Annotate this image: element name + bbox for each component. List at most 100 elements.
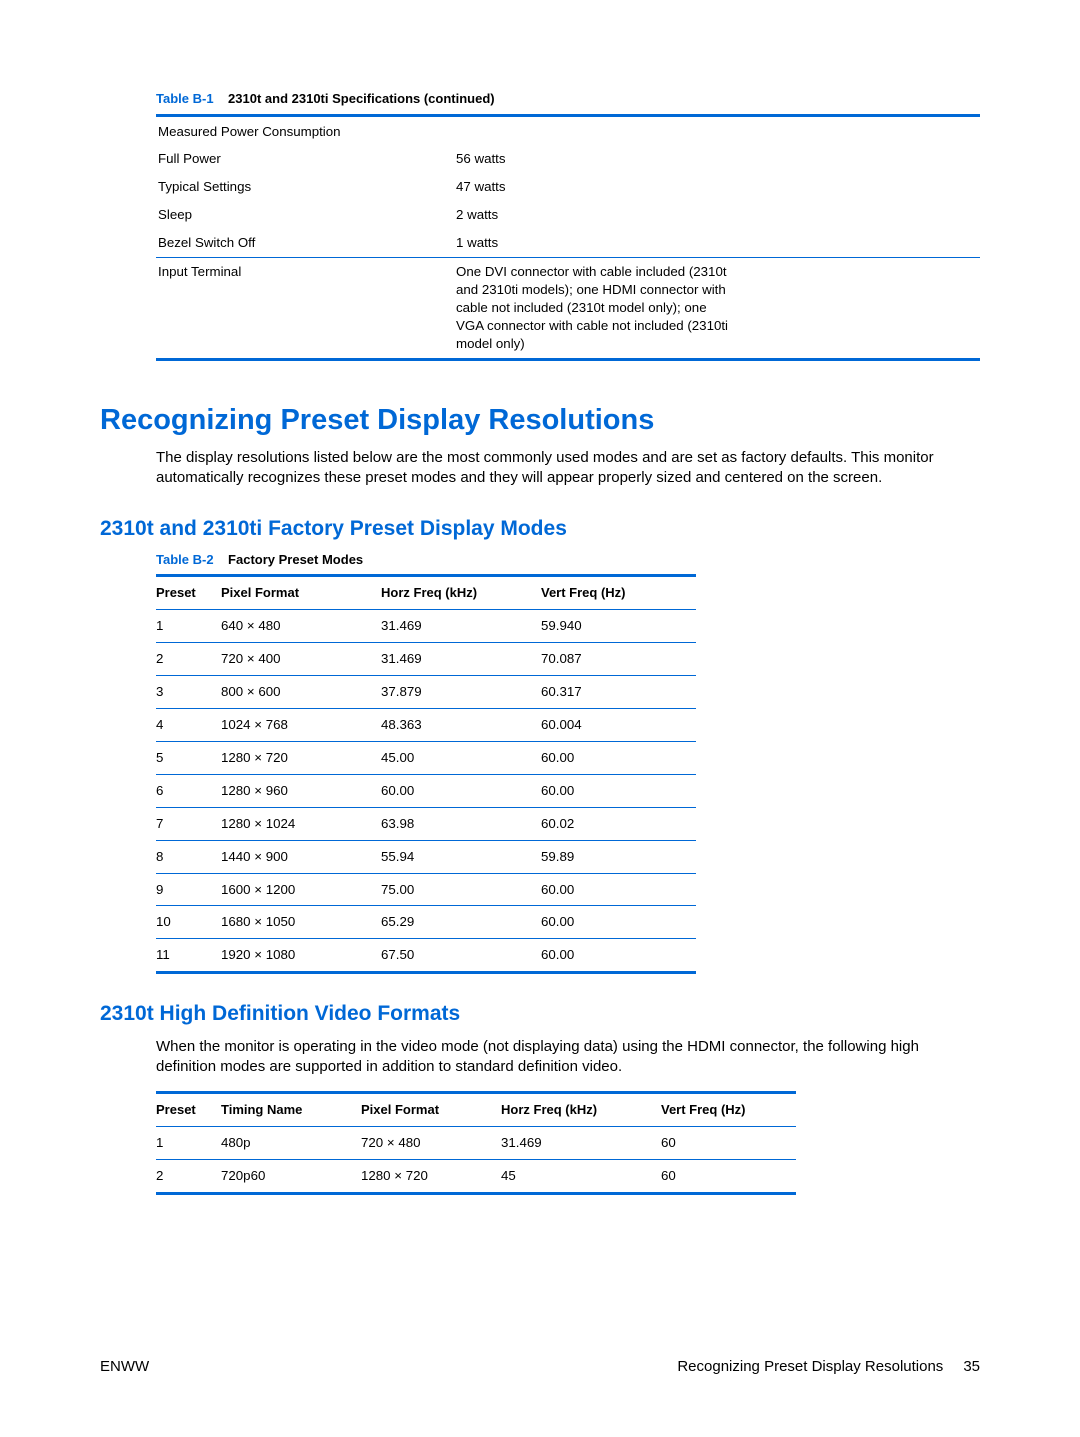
heading-preset-resolutions: Recognizing Preset Display Resolutions: [100, 401, 980, 440]
table-cell: 60.00: [381, 774, 541, 807]
table-cell: 1280 × 720: [221, 741, 381, 774]
table-cell: 67.50: [381, 939, 541, 973]
table-cell: 6: [156, 774, 221, 807]
table-row: 2720 × 40031.46970.087: [156, 642, 696, 675]
table-cell: 1: [156, 1126, 221, 1159]
table-cell: 7: [156, 807, 221, 840]
col-pixel-format: Pixel Format: [221, 576, 381, 610]
col-vert-freq: Vert Freq (Hz): [541, 576, 696, 610]
spec-row: Typical Settings47 watts: [156, 173, 980, 201]
heading-hd-video: 2310t High Definition Video Formats: [100, 1000, 980, 1028]
table-row: 101680 × 105065.2960.00: [156, 906, 696, 939]
heading-factory-preset: 2310t and 2310ti Factory Preset Display …: [100, 515, 980, 543]
table-b1-container: Table B-1 2310t and 2310ti Specification…: [156, 90, 980, 361]
table-cell: 5: [156, 741, 221, 774]
table-cell: 31.469: [381, 642, 541, 675]
table-cell: 11: [156, 939, 221, 973]
table-hd: Preset Timing Name Pixel Format Horz Fre…: [156, 1091, 796, 1194]
table-cell: 2: [156, 1159, 221, 1193]
table-cell: 55.94: [381, 840, 541, 873]
footer-right: Recognizing Preset Display Resolutions 3…: [677, 1357, 980, 1377]
table-cell: 60.317: [541, 675, 696, 708]
table-b2-caption-prefix: Table B-2: [156, 552, 214, 567]
footer-page-number: 35: [963, 1357, 980, 1377]
spec-label: Bezel Switch Off: [156, 234, 456, 252]
table-cell: 3: [156, 675, 221, 708]
table-row: 51280 × 72045.0060.00: [156, 741, 696, 774]
table-cell: 800 × 600: [221, 675, 381, 708]
spec-row: Bezel Switch Off1 watts: [156, 229, 980, 257]
table-cell: 60.00: [541, 774, 696, 807]
table-cell: 60.00: [541, 873, 696, 906]
table-b2-caption-text: Factory Preset Modes: [228, 552, 363, 567]
table-cell: 60: [661, 1126, 796, 1159]
table-cell: 70.087: [541, 642, 696, 675]
table-cell: 37.879: [381, 675, 541, 708]
table-row: 111920 × 108067.5060.00: [156, 939, 696, 973]
table-cell: 60.02: [541, 807, 696, 840]
table-cell: 1: [156, 610, 221, 643]
table-cell: 4: [156, 708, 221, 741]
table-cell: 9: [156, 873, 221, 906]
table-cell: 1440 × 900: [221, 840, 381, 873]
table-row: 61280 × 96060.0060.00: [156, 774, 696, 807]
spec-label: Full Power: [156, 150, 456, 168]
table-cell: 8: [156, 840, 221, 873]
footer-left: ENWW: [100, 1357, 149, 1377]
table-row: 81440 × 90055.9459.89: [156, 840, 696, 873]
table-b2-header-row: Preset Pixel Format Horz Freq (kHz) Vert…: [156, 576, 696, 610]
hd-col-timing: Timing Name: [221, 1093, 361, 1127]
table-row: 1640 × 48031.46959.940: [156, 610, 696, 643]
table-row: 1480p720 × 48031.46960: [156, 1126, 796, 1159]
spec-value: 56 watts: [456, 150, 876, 168]
page-footer: ENWW Recognizing Preset Display Resoluti…: [100, 1357, 980, 1377]
table-cell: 2: [156, 642, 221, 675]
table-cell: 1280 × 720: [361, 1159, 501, 1193]
table-cell: 1600 × 1200: [221, 873, 381, 906]
table-cell: 65.29: [381, 906, 541, 939]
table-cell: 60.00: [541, 939, 696, 973]
table-cell: 60.00: [541, 741, 696, 774]
table-b1-caption: Table B-1 2310t and 2310ti Specification…: [156, 90, 980, 108]
table-row: 41024 × 76848.36360.004: [156, 708, 696, 741]
table-b2: Table B-2 Factory Preset Modes Preset Pi…: [156, 551, 696, 974]
hd-col-horz: Horz Freq (kHz): [501, 1093, 661, 1127]
footer-section-title: Recognizing Preset Display Resolutions: [677, 1357, 943, 1377]
table-cell: 48.363: [381, 708, 541, 741]
spec-row: Full Power56 watts: [156, 145, 980, 173]
hd-col-pixel: Pixel Format: [361, 1093, 501, 1127]
col-horz-freq: Horz Freq (kHz): [381, 576, 541, 610]
table-b1-caption-text: 2310t and 2310ti Specifications (continu…: [228, 91, 495, 106]
table-cell: 31.469: [381, 610, 541, 643]
table-cell: 720p60: [221, 1159, 361, 1193]
table-row: 2720p601280 × 7204560: [156, 1159, 796, 1193]
table-cell: 640 × 480: [221, 610, 381, 643]
spec-label: Sleep: [156, 206, 456, 224]
hd-intro-paragraph: When the monitor is operating in the vid…: [156, 1037, 980, 1078]
table-cell: 720 × 400: [221, 642, 381, 675]
table-cell: 720 × 480: [361, 1126, 501, 1159]
table-row: 3800 × 60037.87960.317: [156, 675, 696, 708]
table-b1: Measured Power Consumption Full Power56 …: [156, 114, 980, 361]
spec-section-header: Measured Power Consumption: [156, 117, 980, 146]
table-cell: 63.98: [381, 807, 541, 840]
table-b1-caption-prefix: Table B-1: [156, 91, 214, 106]
spec-label-input-terminal: Input Terminal: [156, 263, 456, 353]
table-row: 71280 × 102463.9860.02: [156, 807, 696, 840]
table-cell: 1680 × 1050: [221, 906, 381, 939]
spec-value: 1 watts: [456, 234, 876, 252]
table-cell: 1280 × 960: [221, 774, 381, 807]
table-cell: 31.469: [501, 1126, 661, 1159]
table-cell: 10: [156, 906, 221, 939]
table-cell: 60.004: [541, 708, 696, 741]
table-cell: 59.940: [541, 610, 696, 643]
table-row: 91600 × 120075.0060.00: [156, 873, 696, 906]
table-b2-caption: Table B-2 Factory Preset Modes: [156, 551, 696, 575]
spec-section-label: Measured Power Consumption: [156, 123, 456, 141]
spec-value-input-terminal: One DVI connector with cable included (2…: [456, 263, 731, 353]
table-cell: 480p: [221, 1126, 361, 1159]
table-hd-header-row: Preset Timing Name Pixel Format Horz Fre…: [156, 1093, 796, 1127]
table-cell: 75.00: [381, 873, 541, 906]
spec-value: 47 watts: [456, 178, 876, 196]
spec-row-input-terminal: Input Terminal One DVI connector with ca…: [156, 257, 980, 358]
